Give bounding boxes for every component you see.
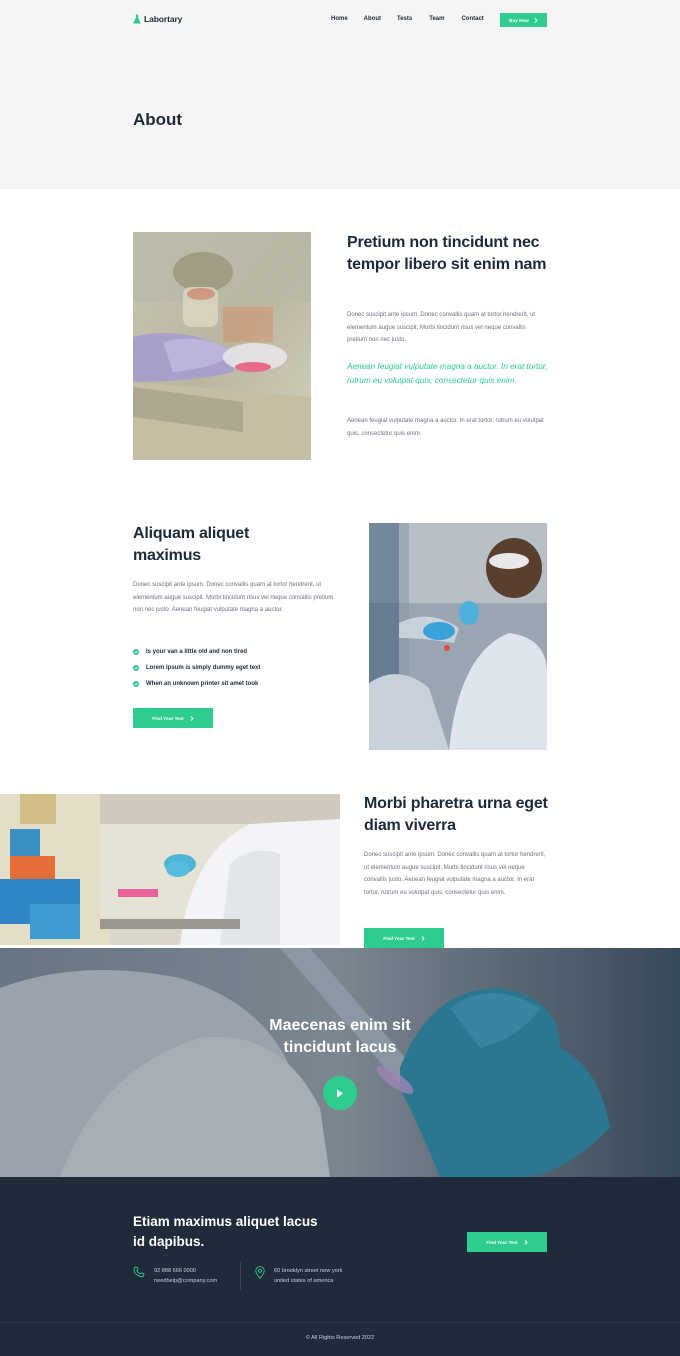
copyright: © All Rights Reserved 2022 [305,1335,375,1341]
footer-email[interactable]: needhelp@company.com [154,1276,217,1286]
footer-contact-divider [240,1262,241,1290]
logo[interactable]: Labortary [133,14,182,24]
section3-heading: Morbi pharetra urna eget diam viverra [364,795,548,834]
check-circle-icon [133,665,139,671]
checklist-item: Lorem Ipsum is simply dummy eget text [133,660,260,676]
play-button[interactable] [323,1076,357,1110]
video-banner [0,948,680,1177]
checklist-item-label: Lorem Ipsum is simply dummy eget text [146,665,261,671]
checklist-item-label: When an unknown printer sit amet took [146,681,259,687]
checklist-item-label: Is your van a little old and non tired [146,649,248,655]
section1-paragraph-2: Aenean feugiat vulputate magna a auctor.… [347,418,544,437]
footer-address-line-2: united states of america [274,1278,334,1284]
phone-icon [133,1266,145,1278]
section1-paragraph: Donec suscipit ante ipsum. Donec convall… [347,312,536,343]
lab-bench-image [0,794,340,945]
page-title: About [133,110,183,129]
chevron-right-icon [534,17,538,23]
footer-find-your-test-button[interactable]: Find Your Test [467,1232,547,1252]
nav-link-contact[interactable]: Contact [461,16,483,22]
section2-heading: Aliquam aliquet maximus [133,525,250,564]
find-your-test-label: Find Your Test [152,715,184,721]
video-background-image [0,948,680,1177]
footer-phone[interactable]: 92 888 666 0000 [154,1266,217,1276]
page-header [0,0,680,189]
section1-heading: Pretium non tincidunt nec tempor libero … [347,234,547,273]
feature-checklist: Is your van a little old and non tired L… [133,644,260,692]
main-nav: Home About Tests Team Contact [331,16,484,22]
chevron-right-icon [421,935,425,941]
location-pin-icon [255,1266,265,1279]
checklist-item: Is your van a little old and non tired [133,644,260,660]
scientist-image [369,523,547,750]
check-circle-icon [133,681,139,687]
footer-title: Etiam maximus aliquet lacus id dapibus. [133,1214,318,1249]
section3-paragraph: Donec suscipit ante ipsum. Donec convall… [364,852,546,896]
flask-icon [133,14,141,24]
play-icon [337,1089,343,1097]
contact-address: 60 brooklyn street new york united state… [255,1266,342,1286]
find-your-test-button-2[interactable]: Find Your Test [364,928,444,948]
footer-divider [0,1322,680,1323]
logo-text: Labortary [144,14,183,24]
find-your-test-label: Find Your Test [383,935,415,941]
nav-link-tests[interactable]: Tests [397,16,412,22]
buy-now-button[interactable]: Buy Now [500,13,547,27]
video-title: Maecenas enim sit tincidunt lacus [269,1017,411,1056]
find-your-test-label: Find Your Test [486,1239,518,1245]
lab-petri-dish-image [133,232,311,460]
chevron-right-icon [190,715,194,721]
footer-address-line-1: 60 brooklyn street new york [274,1268,343,1274]
contact-phone-email: 92 888 666 0000 needhelp@company.com [133,1266,217,1286]
chevron-right-icon [524,1239,528,1245]
nav-link-team[interactable]: Team [429,16,444,22]
checklist-item: When an unknown printer sit amet took [133,676,260,692]
section1-quote: Aenean feugiat vulputate magna a auctor.… [347,362,548,385]
nav-link-about[interactable]: About [364,16,381,22]
buy-now-label: Buy Now [509,17,529,23]
nav-link-home[interactable]: Home [331,16,348,22]
check-circle-icon [133,649,139,655]
section2-paragraph: Donec suscipit ante ipsum. Donec convall… [133,582,334,613]
find-your-test-button[interactable]: Find Your Test [133,708,213,728]
